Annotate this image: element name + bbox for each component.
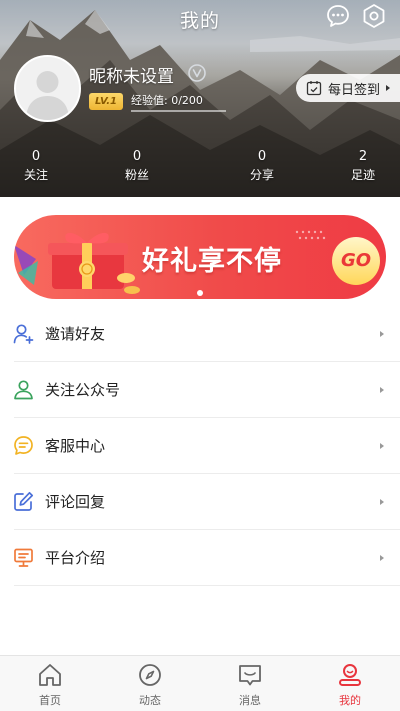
- promo-banner[interactable]: 好礼享不停 GO: [14, 215, 386, 299]
- checkin-label: 每日签到: [328, 82, 381, 98]
- level-badge: LV.1: [89, 93, 123, 110]
- tab-activity[interactable]: 动态: [100, 656, 200, 711]
- person-icon: [14, 380, 33, 400]
- experience-value: 0/200: [171, 94, 203, 107]
- stat-footprint[interactable]: 2 足迹: [333, 148, 393, 184]
- carousel-indicator: [197, 290, 203, 296]
- message-icon: [239, 665, 261, 686]
- menu-item-invite-friends[interactable]: 邀请好友: [0, 306, 400, 362]
- caret-right-icon: [380, 387, 384, 393]
- decorative-dots: [295, 230, 326, 240]
- nickname[interactable]: 昵称未设置: [89, 62, 174, 87]
- menu-item-comment-replies[interactable]: 评论回复: [0, 474, 400, 530]
- monitor-icon: [14, 548, 33, 567]
- home-icon: [39, 664, 61, 686]
- menu-list: 邀请好友 关注公众号 客服中心 评论回复 平台介绍: [0, 306, 400, 586]
- caret-right-icon: [380, 331, 384, 337]
- tab-mine[interactable]: 我的: [300, 656, 400, 711]
- daily-checkin-button[interactable]: 每日签到: [296, 74, 400, 102]
- stat-fans[interactable]: 0 粉丝: [107, 148, 167, 184]
- caret-right-icon: [386, 85, 391, 91]
- stat-value: 0: [31, 149, 41, 164]
- caret-right-icon: [380, 499, 384, 505]
- compass-icon: [139, 664, 161, 686]
- menu-item-label: 客服中心: [45, 437, 106, 455]
- settings-gear-icon[interactable]: [361, 3, 387, 29]
- tab-label: 消息: [239, 694, 261, 707]
- menu-item-label: 平台介绍: [45, 549, 106, 567]
- chat-lines-icon: [14, 436, 33, 455]
- stat-follow[interactable]: 0 关注: [6, 148, 66, 184]
- tab-label: 我的: [339, 694, 361, 707]
- menu-item-follow-account[interactable]: 关注公众号: [0, 362, 400, 418]
- stats-bar: 0 关注 0 粉丝 0 分享 2 足迹: [0, 148, 400, 188]
- default-avatar-icon: [16, 57, 79, 120]
- menu-item-label: 邀请好友: [45, 325, 106, 343]
- menu-item-label: 关注公众号: [45, 381, 121, 399]
- stat-value: 0: [132, 149, 142, 164]
- tab-label: 动态: [139, 694, 161, 707]
- stat-label: 关注: [23, 168, 48, 182]
- menu-item-label: 评论回复: [45, 493, 106, 511]
- divider: [14, 585, 400, 586]
- avatar[interactable]: [14, 55, 81, 122]
- experience-progress-bar: [131, 110, 226, 112]
- stat-value: 2: [358, 149, 368, 164]
- verified-badge-icon: [188, 64, 206, 82]
- stat-value: 0: [257, 149, 267, 164]
- go-label: GO: [340, 250, 372, 271]
- calendar-check-icon: [306, 81, 322, 96]
- profile-icon: [339, 664, 361, 686]
- caret-right-icon: [380, 555, 384, 561]
- tab-home[interactable]: 首页: [0, 656, 100, 711]
- edit-icon: [14, 491, 34, 511]
- stat-label: 足迹: [350, 168, 375, 182]
- caret-right-icon: [380, 443, 384, 449]
- stat-label: 分享: [249, 168, 274, 182]
- stat-share[interactable]: 0 分享: [232, 148, 292, 184]
- person-add-icon: [13, 324, 34, 344]
- bottom-tab-bar: 首页 动态 消息 我的: [0, 655, 400, 711]
- menu-item-platform-intro[interactable]: 平台介绍: [0, 530, 400, 586]
- menu-item-customer-service[interactable]: 客服中心: [0, 418, 400, 474]
- experience-label: 经验值:: [131, 94, 168, 107]
- experience-text: 经验值: 0/200: [131, 92, 203, 108]
- chat-bubble-icon[interactable]: [325, 3, 351, 29]
- tab-label: 首页: [39, 694, 61, 707]
- banner-headline: 好礼享不停: [142, 246, 282, 277]
- stat-label: 粉丝: [124, 168, 149, 182]
- tab-messages[interactable]: 消息: [200, 656, 300, 711]
